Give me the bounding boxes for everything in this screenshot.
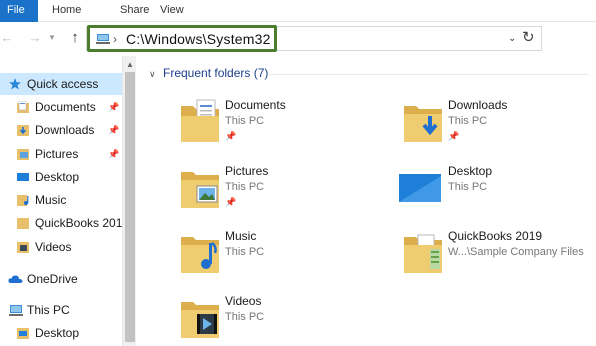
frequent-folders-header[interactable]: ∨ Frequent folders (7): [149, 66, 268, 80]
folder-tile-documents[interactable]: Documents This PC 📌: [181, 98, 391, 154]
pin-icon[interactable]: 📌: [225, 131, 236, 142]
nav-pane-scrollbar[interactable]: ▲: [122, 56, 136, 346]
nav-item-this-pc-desktop[interactable]: Desktop: [0, 322, 122, 344]
nav-item-label: OneDrive: [27, 272, 78, 286]
nav-item-label: Downloads: [35, 123, 95, 137]
pictures-folder-icon: [181, 172, 219, 208]
desktop-icon: [17, 173, 29, 181]
documents-folder-icon: [17, 101, 29, 113]
folder-tile-downloads[interactable]: Downloads This PC 📌: [404, 98, 596, 154]
videos-folder-icon: [17, 242, 29, 253]
folder-location: This PC: [225, 115, 265, 127]
group-header-label: Frequent folders (7): [163, 66, 269, 80]
forward-arrow-icon[interactable]: →: [28, 30, 42, 46]
nav-item-desktop[interactable]: Desktop: [0, 166, 122, 188]
nav-item-quick-access[interactable]: Quick access: [0, 73, 122, 95]
folder-name: Documents: [225, 98, 286, 112]
nav-item-label: Desktop: [35, 326, 80, 340]
tab-home[interactable]: Home: [46, 0, 87, 22]
folder-tile-desktop[interactable]: Desktop This PC: [399, 164, 596, 220]
nav-item-label: QuickBooks 2019: [35, 216, 122, 230]
folder-tile-music[interactable]: Music This PC: [181, 229, 391, 285]
address-row: ← → ▼ ↑ › C:\Windows\System32 ⌄ ↻: [0, 22, 596, 56]
group-divider: [269, 74, 589, 75]
music-folder-icon: [17, 195, 29, 206]
folder-name: QuickBooks 2019: [448, 229, 543, 243]
address-dropdown-icon[interactable]: ⌄: [508, 33, 516, 44]
tab-file[interactable]: File: [0, 0, 38, 22]
nav-item-videos[interactable]: Videos: [0, 236, 122, 258]
nav-item-label: Pictures: [35, 147, 79, 161]
tab-share[interactable]: Share: [114, 0, 155, 22]
nav-item-label: Desktop: [35, 170, 80, 184]
address-path-text: C:\Windows\System32: [126, 31, 271, 47]
nav-item-this-pc[interactable]: This PC: [0, 299, 122, 321]
nav-item-label: Music: [35, 193, 67, 207]
pin-icon[interactable]: 📌: [108, 143, 119, 165]
collapse-chevron-icon[interactable]: ∨: [149, 69, 159, 80]
nav-item-pictures[interactable]: Pictures 📌: [0, 143, 122, 165]
folder-name: Music: [225, 229, 257, 243]
folder-location: This PC: [225, 246, 265, 258]
pin-icon[interactable]: 📌: [225, 197, 236, 208]
scroll-up-icon[interactable]: ▲: [126, 60, 134, 69]
ribbon-tabs: File Home Share View: [0, 0, 596, 22]
folder-location: This PC: [225, 311, 265, 323]
folder-tile-pictures[interactable]: Pictures This PC 📌: [181, 164, 391, 220]
pictures-folder-icon: [17, 149, 29, 160]
music-folder-icon: [181, 237, 219, 273]
nav-item-music[interactable]: Music: [0, 189, 122, 211]
computer-icon: [9, 305, 23, 316]
desktop-folder-icon: [17, 328, 29, 339]
nav-item-onedrive[interactable]: OneDrive: [0, 268, 122, 290]
nav-item-label: Videos: [35, 240, 72, 254]
up-arrow-icon[interactable]: ↑: [68, 30, 82, 46]
pin-icon[interactable]: 📌: [108, 96, 119, 118]
cloud-icon: [8, 275, 23, 283]
folder-location: This PC: [448, 181, 488, 193]
breadcrumb-chevron-icon[interactable]: ›: [113, 30, 117, 48]
folder-location: This PC: [225, 181, 265, 193]
nav-item-label: This PC: [27, 303, 70, 317]
nav-item-label: Quick access: [27, 77, 99, 91]
folder-name: Videos: [225, 294, 262, 308]
nav-item-documents[interactable]: Documents 📌: [0, 96, 122, 118]
nav-item-label: Documents: [35, 100, 96, 114]
back-arrow-icon[interactable]: ←: [0, 30, 14, 46]
pin-icon[interactable]: 📌: [448, 131, 459, 142]
refresh-icon[interactable]: ↻: [522, 28, 535, 46]
nav-item-quickbooks[interactable]: QuickBooks 2019: [0, 212, 122, 234]
recent-locations-chevron-icon[interactable]: ▼: [47, 30, 57, 46]
folder-tile-quickbooks-2019[interactable]: QuickBooks 2019 W...\Sample Company File…: [404, 229, 596, 285]
content-area: ∨ Frequent folders (7) Documents This PC …: [137, 56, 596, 346]
downloads-folder-icon: [17, 125, 29, 136]
address-path-highlight[interactable]: › C:\Windows\System32: [87, 25, 277, 52]
star-icon: [9, 78, 21, 90]
scroll-thumb[interactable]: [125, 72, 135, 342]
desktop-icon: [399, 174, 441, 202]
videos-folder-icon: [181, 302, 219, 338]
tab-view[interactable]: View: [154, 0, 190, 22]
navigation-pane: Quick access Documents 📌 Downloads 📌 Pic…: [0, 56, 122, 346]
nav-item-downloads[interactable]: Downloads 📌: [0, 119, 122, 141]
folder-name: Pictures: [225, 164, 269, 178]
folder-location: This PC: [448, 115, 488, 127]
pin-icon[interactable]: 📌: [108, 119, 119, 141]
folder-name: Desktop: [448, 164, 493, 178]
folder-tile-videos[interactable]: Videos This PC: [181, 294, 391, 346]
address-bar[interactable]: › C:\Windows\System32: [86, 25, 542, 52]
folder-location: W...\Sample Company Files: [448, 246, 584, 258]
this-pc-icon: [96, 34, 110, 44]
folder-icon: [17, 218, 29, 229]
folder-icon: [404, 234, 442, 273]
documents-folder-icon: [181, 99, 219, 142]
folder-name: Downloads: [448, 98, 508, 112]
downloads-folder-icon: [404, 106, 442, 142]
